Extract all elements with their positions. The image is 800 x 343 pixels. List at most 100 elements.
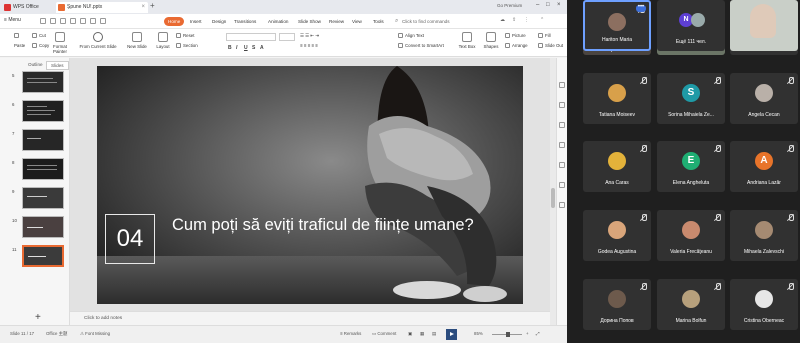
- participant-tile[interactable]: Godea Augustina: [583, 210, 651, 261]
- from-current-slide-button[interactable]: From Current Slide: [78, 32, 118, 49]
- reset-button[interactable]: Reset: [176, 33, 194, 39]
- redo-icon[interactable]: [70, 18, 76, 24]
- paste-button[interactable]: [14, 33, 21, 39]
- font-name-select[interactable]: [226, 33, 276, 41]
- style-icon[interactable]: [559, 102, 565, 108]
- participant-tile[interactable]: Hariton Maria •••: [583, 0, 651, 51]
- tab-animation[interactable]: Animation: [264, 17, 292, 26]
- participant-tile[interactable]: S Sorina Mihaiela Ze...: [657, 73, 725, 124]
- font-missing-indicator[interactable]: ⚠ Font Missing: [80, 331, 110, 337]
- participant-tile[interactable]: Ana Caras: [583, 141, 651, 192]
- reading-view-icon[interactable]: ▤: [432, 331, 436, 337]
- slide-number-box[interactable]: 04: [105, 214, 155, 264]
- open-icon[interactable]: [80, 18, 86, 24]
- arrange-button[interactable]: Arrange: [505, 43, 528, 49]
- font-size-select[interactable]: [279, 33, 295, 41]
- backup-icon[interactable]: [559, 182, 565, 188]
- maximize-icon[interactable]: □: [546, 2, 550, 8]
- animation-icon[interactable]: [559, 122, 565, 128]
- cut-button[interactable]: Cut: [32, 33, 46, 39]
- cloud-icon[interactable]: ☁: [500, 17, 505, 23]
- properties-icon[interactable]: [559, 82, 565, 88]
- tab-wps-office[interactable]: WPS Office: [2, 2, 54, 13]
- tab-tools[interactable]: Tools: [369, 17, 388, 26]
- italic-button[interactable]: I: [236, 45, 237, 51]
- fill-button[interactable]: Fill: [538, 33, 551, 39]
- close-window-icon[interactable]: ×: [557, 2, 561, 8]
- more-options-icon[interactable]: ⋮: [524, 17, 529, 23]
- add-slide-button[interactable]: +: [35, 312, 41, 323]
- remarks-button[interactable]: ≡ Remarks: [340, 331, 361, 336]
- slide-sorter-icon[interactable]: ▦: [420, 331, 424, 337]
- convert-smartart-button[interactable]: Convert to SmartArt: [398, 43, 444, 49]
- zoom-in-icon[interactable]: +: [526, 331, 529, 336]
- tab-slide-show[interactable]: Slide Show: [294, 17, 325, 26]
- format-painter-button[interactable]: Format Painter: [50, 32, 70, 54]
- minimize-icon[interactable]: –: [536, 2, 539, 8]
- slide-thumbnail[interactable]: [22, 129, 64, 151]
- shadow-button[interactable]: S: [252, 45, 255, 51]
- select-icon[interactable]: [559, 162, 565, 168]
- zoom-level[interactable]: 85%: [474, 331, 483, 336]
- go-premium-button[interactable]: Go Premium: [497, 3, 522, 8]
- find-commands-search[interactable]: Click to find commands: [394, 17, 464, 26]
- font-color-button[interactable]: A: [260, 45, 264, 51]
- text-box-button[interactable]: Text Box: [456, 32, 478, 49]
- undo-icon[interactable]: [60, 18, 66, 24]
- scrollbar-thumb[interactable]: [551, 188, 555, 208]
- slide-title[interactable]: Cum poți să eviți traficul de ființe uma…: [172, 216, 474, 235]
- collapse-ribbon-icon[interactable]: ⌃: [540, 17, 544, 23]
- slide-thumbnail[interactable]: [22, 187, 64, 209]
- zoom-slider[interactable]: [492, 332, 522, 337]
- participant-tile[interactable]: Mihaela Zalevschi: [730, 210, 798, 261]
- save-icon[interactable]: [40, 18, 46, 24]
- new-slide-button[interactable]: New Slide: [124, 32, 150, 49]
- tab-slides[interactable]: Slides: [46, 61, 69, 70]
- close-tab-icon[interactable]: ×: [141, 2, 145, 13]
- participant-tile[interactable]: Дорина Попов: [583, 279, 651, 330]
- picture-button[interactable]: Picture: [505, 33, 526, 39]
- bold-button[interactable]: B: [228, 45, 232, 51]
- customize-icon[interactable]: [100, 18, 106, 24]
- align-text-button[interactable]: Align Text: [398, 33, 424, 39]
- menu-button[interactable]: ≡ Menu: [4, 17, 21, 23]
- underline-button[interactable]: U: [244, 45, 248, 51]
- slide-thumbnail[interactable]: [22, 100, 64, 122]
- participant-tile[interactable]: Valeria Frecăţeanu: [657, 210, 725, 261]
- slide-thumbnail-selected[interactable]: [22, 245, 64, 267]
- new-tab-button[interactable]: +: [150, 1, 155, 10]
- participant-tile[interactable]: A Andriana Lazăr: [730, 141, 798, 192]
- section-button[interactable]: Section: [176, 43, 198, 49]
- notes-area[interactable]: Click to add notes: [70, 311, 550, 325]
- bullets-button[interactable]: ☰ ☰ ⇤ ⇥: [300, 33, 319, 39]
- participant-tile[interactable]: Tatiana Moiseev: [583, 73, 651, 124]
- tab-view[interactable]: View: [348, 17, 366, 26]
- participant-tile[interactable]: E Elena Angheluta: [657, 141, 725, 192]
- transition-icon[interactable]: [559, 142, 565, 148]
- layout-button[interactable]: Layout: [152, 32, 174, 49]
- export-icon[interactable]: [90, 18, 96, 24]
- fit-slide-icon[interactable]: ⤢: [536, 331, 540, 336]
- tab-insert[interactable]: Insert: [186, 17, 206, 26]
- tab-design[interactable]: Design: [208, 17, 230, 26]
- tab-review[interactable]: Review: [325, 17, 348, 26]
- comment-button[interactable]: ▭ Comment: [372, 331, 396, 337]
- slide-thumbnail[interactable]: [22, 71, 64, 93]
- slide-thumbnail[interactable]: [22, 216, 64, 238]
- tab-document[interactable]: Şpune NU!.pptx ×: [56, 2, 148, 13]
- shapes-button[interactable]: Shapes: [480, 32, 502, 49]
- current-slide[interactable]: 04 Cum poți să eviți traficul de ființe …: [97, 66, 523, 304]
- copy-button[interactable]: Copy: [32, 43, 49, 49]
- tab-transitions[interactable]: Transitions: [230, 17, 260, 26]
- print-icon[interactable]: [50, 18, 56, 24]
- participant-tile[interactable]: [730, 0, 798, 51]
- play-slideshow-button[interactable]: [446, 329, 457, 340]
- participant-tile[interactable]: Cristina Oberneac: [730, 279, 798, 330]
- slide-out-button[interactable]: Slide Out: [538, 43, 563, 49]
- tab-outline[interactable]: Outline: [24, 61, 47, 68]
- normal-view-icon[interactable]: ▣: [408, 331, 412, 337]
- slide-thumbnail[interactable]: [22, 158, 64, 180]
- participant-tile[interactable]: N Ещё 111 чел.: [657, 0, 725, 51]
- share-panel-icon[interactable]: [559, 202, 565, 208]
- paragraph-align-buttons[interactable]: ≡ ≡ ≡ ≡ ≡: [300, 43, 318, 48]
